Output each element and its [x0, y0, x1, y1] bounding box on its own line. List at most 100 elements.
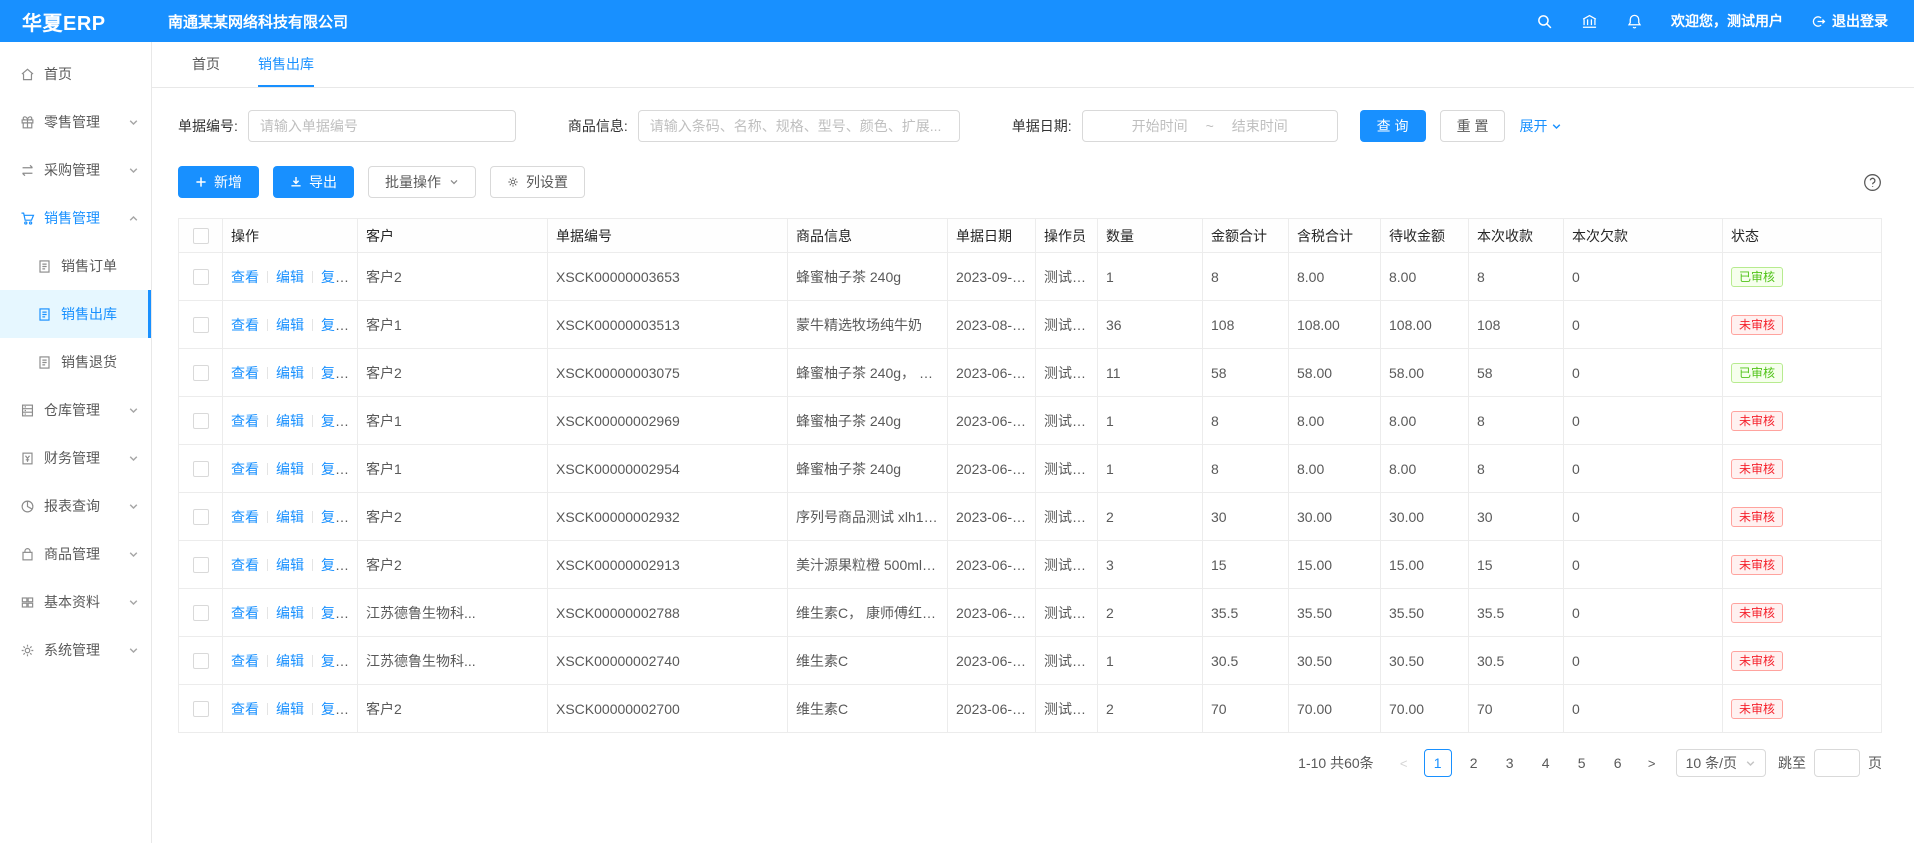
- copy-link[interactable]: 复制: [321, 605, 349, 621]
- view-link[interactable]: 查看: [231, 413, 259, 429]
- download-icon: [290, 176, 302, 188]
- search-button[interactable]: 查 询: [1360, 110, 1426, 142]
- row-checkbox[interactable]: [193, 461, 209, 477]
- edit-link[interactable]: 编辑: [276, 317, 304, 333]
- sidebar-item[interactable]: 销售管理: [0, 194, 151, 242]
- pagination: 1-10 共60条 < 1 2 3 4 5 6: [178, 749, 1882, 777]
- page-number-button[interactable]: 5: [1568, 749, 1596, 777]
- copy-link[interactable]: 复制: [321, 701, 349, 717]
- pagination-total: 1-10 共60条: [1298, 753, 1373, 773]
- sidebar-item[interactable]: 仓库管理: [0, 386, 151, 434]
- date-range-picker[interactable]: 开始时间 ~ 结束时间: [1082, 110, 1338, 142]
- sidebar-item[interactable]: 系统管理: [0, 626, 151, 674]
- product-cell: 蒙牛精选牧场纯牛奶: [788, 301, 948, 349]
- table-header-cell: 商品信息: [788, 219, 948, 253]
- row-checkbox[interactable]: [193, 605, 209, 621]
- copy-link[interactable]: 复制: [321, 557, 349, 573]
- copy-link[interactable]: 复制: [321, 653, 349, 669]
- prev-page-button[interactable]: <: [1390, 749, 1418, 777]
- qty-cell: 11: [1098, 349, 1203, 397]
- date-cell: 2023-06-26 22:25:26: [948, 349, 1036, 397]
- reset-button[interactable]: 重 置: [1440, 110, 1506, 142]
- copy-link[interactable]: 复制: [321, 461, 349, 477]
- row-checkbox[interactable]: [193, 269, 209, 285]
- copy-link[interactable]: 复制: [321, 413, 349, 429]
- edit-link[interactable]: 编辑: [276, 653, 304, 669]
- expand-filters-link[interactable]: 展开: [1519, 116, 1562, 136]
- table-row: 查看编辑复制删除 客户2 XSCK00000002700 维生素C 2023-0…: [179, 685, 1882, 733]
- product-info-input[interactable]: [638, 110, 960, 142]
- edit-link[interactable]: 编辑: [276, 365, 304, 381]
- view-link[interactable]: 查看: [231, 365, 259, 381]
- edit-link[interactable]: 编辑: [276, 557, 304, 573]
- logout-button[interactable]: 退出登录: [1811, 11, 1888, 31]
- sidebar-item[interactable]: 财务管理: [0, 434, 151, 482]
- row-checkbox[interactable]: [193, 701, 209, 717]
- page-number-button[interactable]: 2: [1460, 749, 1488, 777]
- jump-page-input[interactable]: [1814, 749, 1860, 777]
- view-link[interactable]: 查看: [231, 605, 259, 621]
- gift-icon: [20, 115, 35, 130]
- view-link[interactable]: 查看: [231, 461, 259, 477]
- table-header-cell: 状态: [1723, 219, 1882, 253]
- sidebar-item[interactable]: 采购管理: [0, 146, 151, 194]
- debt-cell: 0: [1564, 253, 1723, 301]
- row-checkbox[interactable]: [193, 413, 209, 429]
- view-link[interactable]: 查看: [231, 317, 259, 333]
- view-link[interactable]: 查看: [231, 509, 259, 525]
- copy-link[interactable]: 复制: [321, 269, 349, 285]
- sidebar-item[interactable]: 销售退货: [0, 338, 151, 386]
- view-link[interactable]: 查看: [231, 269, 259, 285]
- edit-link[interactable]: 编辑: [276, 269, 304, 285]
- copy-link[interactable]: 复制: [321, 365, 349, 381]
- row-checkbox[interactable]: [193, 365, 209, 381]
- welcome-user[interactable]: 欢迎您，测试用户: [1671, 11, 1783, 31]
- edit-link[interactable]: 编辑: [276, 461, 304, 477]
- page-tab[interactable]: 销售出库: [258, 42, 314, 87]
- batch-actions-button[interactable]: 批量操作: [368, 166, 476, 198]
- page-number-button[interactable]: 1: [1424, 749, 1452, 777]
- row-checkbox[interactable]: [193, 317, 209, 333]
- sidebar-item[interactable]: 零售管理: [0, 98, 151, 146]
- row-checkbox[interactable]: [193, 653, 209, 669]
- select-all-checkbox[interactable]: [193, 228, 209, 244]
- page-tab[interactable]: 首页: [192, 42, 220, 87]
- page-number-button[interactable]: 3: [1496, 749, 1524, 777]
- view-link[interactable]: 查看: [231, 701, 259, 717]
- row-checkbox[interactable]: [193, 557, 209, 573]
- search-icon[interactable]: [1536, 13, 1553, 30]
- column-settings-button[interactable]: 列设置: [490, 166, 585, 198]
- row-actions-cell: 查看编辑复制删除: [223, 589, 358, 637]
- export-button[interactable]: 导出: [273, 166, 354, 198]
- row-checkbox[interactable]: [193, 509, 209, 525]
- table-row: 查看编辑复制删除 客户2 XSCK00000002913 美汁源果粒橙 500m…: [179, 541, 1882, 589]
- page-number-button[interactable]: 4: [1532, 749, 1560, 777]
- date-start-placeholder: 开始时间: [1132, 116, 1188, 136]
- edit-link[interactable]: 编辑: [276, 509, 304, 525]
- doc-icon: [37, 259, 52, 274]
- edit-link[interactable]: 编辑: [276, 605, 304, 621]
- sidebar-item[interactable]: 首页: [0, 50, 151, 98]
- next-page-button[interactable]: >: [1638, 749, 1666, 777]
- tenant-icon[interactable]: [1581, 13, 1598, 30]
- notification-bell-icon[interactable]: [1626, 13, 1643, 30]
- copy-link[interactable]: 复制: [321, 509, 349, 525]
- edit-link[interactable]: 编辑: [276, 413, 304, 429]
- row-actions-cell: 查看编辑复制删除: [223, 493, 358, 541]
- add-button[interactable]: 新增: [178, 166, 259, 198]
- sidebar-item[interactable]: 报表查询: [0, 482, 151, 530]
- page-number-button[interactable]: 6: [1604, 749, 1632, 777]
- received-cell: 15: [1469, 541, 1564, 589]
- sidebar-item[interactable]: 销售出库: [0, 290, 151, 338]
- view-link[interactable]: 查看: [231, 557, 259, 573]
- edit-link[interactable]: 编辑: [276, 701, 304, 717]
- view-link[interactable]: 查看: [231, 653, 259, 669]
- page-size-select[interactable]: 10 条/页: [1676, 749, 1766, 777]
- bill-no-input[interactable]: [248, 110, 516, 142]
- help-icon[interactable]: [1863, 173, 1882, 192]
- qty-cell: 1: [1098, 397, 1203, 445]
- copy-link[interactable]: 复制: [321, 317, 349, 333]
- sidebar-item[interactable]: 销售订单: [0, 242, 151, 290]
- sidebar-item[interactable]: 商品管理: [0, 530, 151, 578]
- sidebar-item[interactable]: 基本资料: [0, 578, 151, 626]
